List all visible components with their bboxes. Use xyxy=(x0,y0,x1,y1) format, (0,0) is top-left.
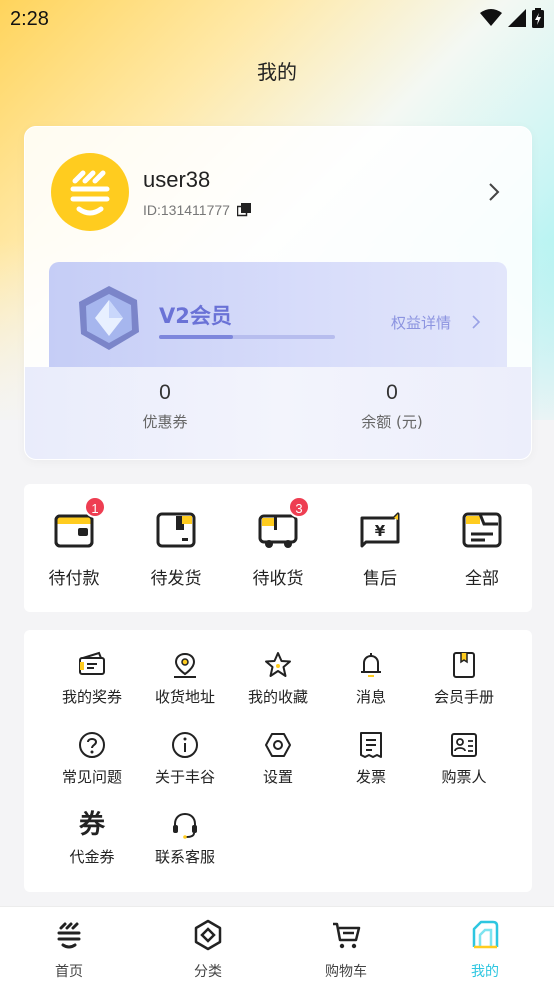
service-label: 购票人 xyxy=(441,768,487,786)
service-faq[interactable]: 常见问题 xyxy=(46,730,138,787)
service-settings[interactable]: 设置 xyxy=(232,730,324,787)
service-label: 消息 xyxy=(355,688,386,706)
tab-label: 首页 xyxy=(55,964,83,980)
settings-hexagon-icon xyxy=(265,733,291,757)
voucher-icon: 券 xyxy=(78,810,105,840)
battery-charging-icon xyxy=(532,8,544,28)
service-label: 常见问题 xyxy=(61,768,122,786)
member-benefits-link[interactable]: 权益详情 xyxy=(391,312,451,333)
service-label: 会员手册 xyxy=(433,688,494,706)
cart-icon xyxy=(333,922,361,949)
order-label: 售后 xyxy=(363,569,397,589)
order-pending-shipment[interactable]: 待发货 xyxy=(126,510,226,589)
signal-icon xyxy=(508,9,526,27)
balance-stat[interactable]: 0 余额 (元) xyxy=(322,381,462,432)
order-pending-receipt[interactable]: 3 待收货 xyxy=(228,496,328,589)
service-messages[interactable]: 消息 xyxy=(325,650,417,707)
invoice-icon xyxy=(360,732,382,758)
tab-category[interactable]: 分类 xyxy=(158,919,258,981)
service-label: 收货地址 xyxy=(154,688,215,706)
service-label: 关于丰谷 xyxy=(154,768,215,786)
coupon-count: 0 xyxy=(159,381,171,404)
status-bar: 2:28 xyxy=(0,0,554,40)
svg-text:¥: ¥ xyxy=(375,522,386,540)
status-icons xyxy=(480,8,544,28)
coupon-label: 优惠券 xyxy=(142,413,188,431)
handbook-icon xyxy=(453,652,475,678)
service-label: 我的收藏 xyxy=(247,688,308,706)
brand-logo-icon xyxy=(70,170,110,216)
ticket-icon xyxy=(79,651,105,675)
service-invoice[interactable]: 发票 xyxy=(325,730,417,787)
all-orders-icon xyxy=(462,512,502,548)
chevron-right-icon xyxy=(472,315,481,329)
service-ticket-holders[interactable]: 购票人 xyxy=(418,730,510,787)
home-logo-icon xyxy=(57,922,81,949)
order-all[interactable]: 全部 xyxy=(432,510,532,589)
coupon-stat[interactable]: 0 优惠券 xyxy=(95,381,235,432)
tab-label: 购物车 xyxy=(325,964,367,980)
order-label: 全部 xyxy=(465,569,499,589)
order-badge: 3 xyxy=(288,496,310,518)
service-address[interactable]: 收货地址 xyxy=(139,650,231,707)
orders-card: 1 待付款 待发货 3 待收货 ¥ 售后 全部 xyxy=(24,484,532,612)
balance-row: 0 优惠券 0 余额 (元) xyxy=(25,367,531,459)
order-label: 待付款 xyxy=(48,569,100,589)
balance-label: 余额 (元) xyxy=(361,413,423,431)
tab-profile[interactable]: 我的 xyxy=(435,919,535,981)
profile-card: user38 ID:131411777 V2会员 权益详情 0 优惠券 0 余额… xyxy=(24,126,532,460)
question-icon xyxy=(79,732,105,758)
service-label: 发票 xyxy=(355,768,386,786)
tab-label: 我的 xyxy=(471,964,499,980)
id-card-icon xyxy=(451,733,477,757)
avatar[interactable] xyxy=(51,153,129,231)
username: user38 xyxy=(143,167,211,192)
balance-amount: 0 xyxy=(386,381,398,404)
service-customer-support[interactable]: 联系客服 xyxy=(139,810,231,867)
wifi-icon xyxy=(480,9,502,26)
service-about[interactable]: 关于丰谷 xyxy=(139,730,231,787)
order-label: 待收货 xyxy=(252,569,304,589)
member-progress-track xyxy=(159,335,335,339)
service-label: 代金券 xyxy=(69,848,115,866)
member-card[interactable]: V2会员 权益详情 xyxy=(49,262,507,368)
map-pin-icon xyxy=(174,652,196,678)
service-vouchers[interactable]: 券 代金券 xyxy=(46,810,138,867)
service-favorites[interactable]: 我的收藏 xyxy=(232,650,324,707)
tab-label: 分类 xyxy=(194,964,222,980)
bottom-tab-bar: 首页 分类 购物车 我的 xyxy=(0,906,554,984)
info-icon xyxy=(172,732,198,758)
order-label: 待发货 xyxy=(150,569,202,589)
star-icon xyxy=(265,652,291,677)
services-card: 我的奖券 收货地址 我的收藏 消息 会员手册 常见问题 关于丰谷 设置 发票 购… xyxy=(24,630,532,892)
service-member-handbook[interactable]: 会员手册 xyxy=(418,650,510,707)
profile-icon xyxy=(472,920,499,949)
chevron-right-icon[interactable] xyxy=(487,181,501,203)
order-badge: 1 xyxy=(84,496,106,518)
headset-icon xyxy=(173,812,197,839)
bell-icon xyxy=(361,653,381,677)
service-label: 联系客服 xyxy=(154,848,215,866)
page-title: 我的 xyxy=(257,60,297,84)
member-gem-icon xyxy=(79,286,139,350)
order-pending-payment[interactable]: 1 待付款 xyxy=(24,496,124,589)
order-after-sales[interactable]: ¥ 售后 xyxy=(330,510,430,589)
service-my-tickets[interactable]: 我的奖券 xyxy=(46,650,138,707)
member-progress-fill xyxy=(159,335,233,339)
tab-cart[interactable]: 购物车 xyxy=(296,919,396,981)
tab-home[interactable]: 首页 xyxy=(19,919,119,981)
status-time: 2:28 xyxy=(10,8,49,30)
copy-icon[interactable] xyxy=(237,203,251,217)
member-level: V2会员 xyxy=(159,304,232,328)
user-id: ID:131411777 xyxy=(143,202,230,218)
category-icon xyxy=(194,919,222,951)
service-label: 设置 xyxy=(262,768,293,786)
package-icon xyxy=(156,512,196,548)
refund-yuan-icon: ¥ xyxy=(360,512,400,548)
service-label: 我的奖券 xyxy=(61,688,122,706)
